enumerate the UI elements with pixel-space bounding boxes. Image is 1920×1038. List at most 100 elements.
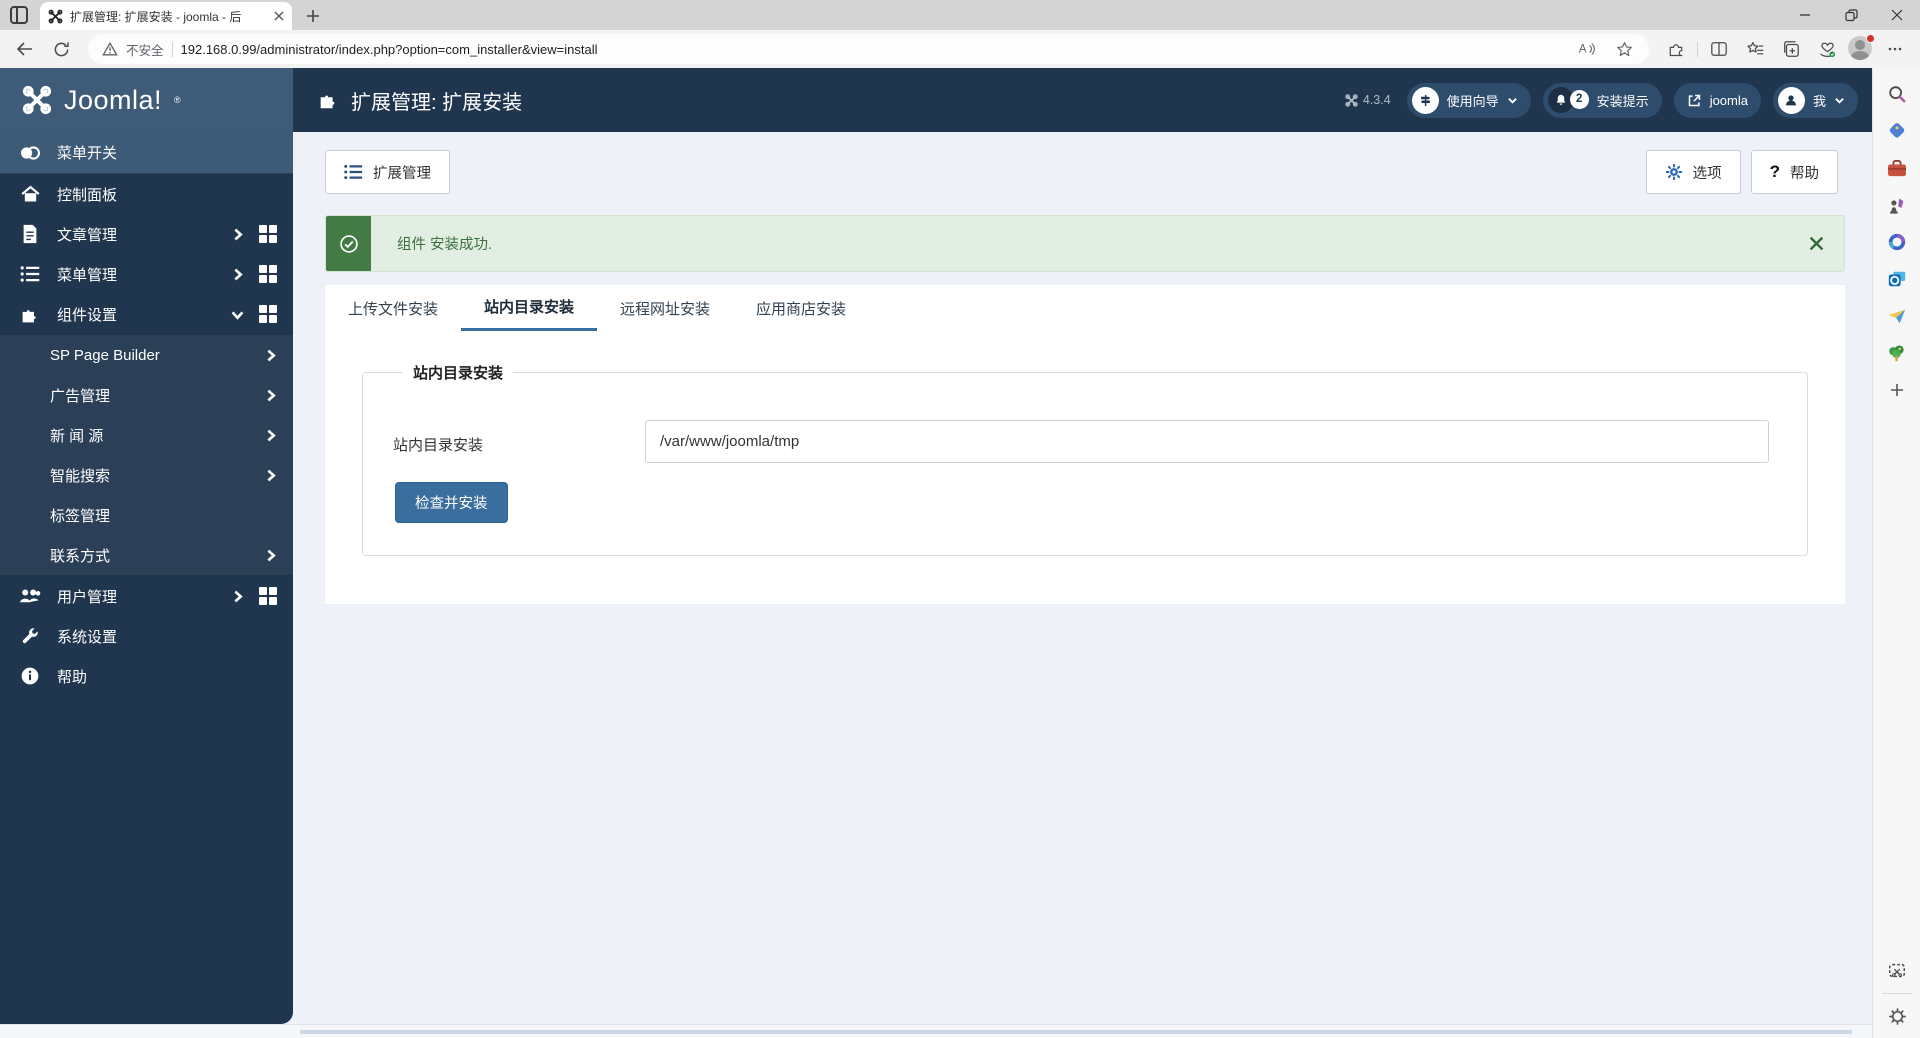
scrollbar-thumb[interactable]: [300, 1030, 1852, 1034]
view-site-button[interactable]: joomla: [1673, 82, 1761, 118]
check-and-install-button[interactable]: 检查并安装: [395, 482, 508, 523]
submenu-item-tags[interactable]: 标签管理: [0, 495, 293, 535]
joomla-mini-icon: [1345, 93, 1358, 107]
favorites-list-icon[interactable]: [1740, 34, 1770, 64]
install-folder-input[interactable]: [645, 420, 1769, 463]
screenshot-icon[interactable]: [1883, 957, 1911, 985]
puzzle-icon: [317, 89, 339, 111]
sidebar-item-system[interactable]: 系统设置: [0, 616, 293, 656]
question-icon: ?: [1769, 162, 1780, 181]
help-button[interactable]: ? 帮助: [1750, 150, 1838, 194]
extensions-icon[interactable]: [1661, 34, 1691, 64]
refresh-icon[interactable]: [46, 34, 76, 64]
divider: [171, 41, 173, 57]
settings-gear-icon[interactable]: [1883, 1002, 1911, 1030]
chevron-right-icon[interactable]: [264, 349, 277, 362]
chevron-right-icon[interactable]: [231, 228, 244, 241]
dashboard-grid-icon[interactable]: [259, 587, 277, 605]
menu-toggle-button[interactable]: 菜单开关: [0, 132, 293, 174]
dashboard-grid-icon[interactable]: [259, 305, 277, 323]
chevron-down-icon[interactable]: [231, 308, 244, 321]
alert-close-icon[interactable]: [1809, 216, 1844, 271]
sidebar-item-help[interactable]: 帮助: [0, 656, 293, 696]
manage-extensions-button[interactable]: 扩展管理: [325, 150, 450, 194]
browser-essentials-icon[interactable]: [1812, 34, 1842, 64]
toolbox-icon[interactable]: [1883, 154, 1911, 182]
read-aloud-icon[interactable]: A: [1571, 34, 1601, 64]
games-icon[interactable]: [1883, 191, 1911, 219]
chevron-right-icon[interactable]: [264, 389, 277, 402]
notifications-button[interactable]: 2 安装提示: [1542, 82, 1662, 118]
more-menu-icon[interactable]: [1880, 34, 1910, 64]
submenu-item-label: 联系方式: [50, 547, 111, 565]
folder-install-fieldset: 站内目录安装 站内目录安装 检查并安装: [362, 362, 1808, 556]
security-label[interactable]: 不安全: [126, 40, 164, 59]
window-restore-icon[interactable]: [1828, 0, 1874, 30]
copilot-icon[interactable]: [1883, 228, 1911, 256]
browser-tab[interactable]: 扩展管理: 扩展安装 - joomla - 后: [40, 2, 292, 30]
browser-tabstrip: 扩展管理: 扩展安装 - joomla - 后: [0, 0, 1920, 30]
sidebar-item-content[interactable]: 文章管理: [0, 214, 293, 254]
chevron-right-icon[interactable]: [231, 590, 244, 603]
profile-avatar[interactable]: [1848, 34, 1875, 62]
sidebar-item-components[interactable]: 组件设置: [0, 294, 293, 334]
sidebar-item-users[interactable]: 用户管理: [0, 576, 293, 616]
list-icon: [18, 265, 42, 283]
chevron-right-icon[interactable]: [264, 429, 277, 442]
search-icon[interactable]: [1883, 80, 1911, 108]
back-icon[interactable]: [10, 34, 40, 64]
chevron-right-icon[interactable]: [231, 268, 244, 281]
submenu-item-banners[interactable]: 广告管理: [0, 375, 293, 415]
svg-text:A: A: [1579, 43, 1587, 56]
chevron-right-icon[interactable]: [264, 549, 277, 562]
install-card: 上传文件安装 站内目录安装 远程网址安装 应用商店安装 站内目录安装 站内目录安…: [325, 285, 1845, 604]
menu-toggle-label: 菜单开关: [57, 145, 118, 162]
shopping-icon[interactable]: [1883, 117, 1911, 145]
horizontal-scrollbar[interactable]: [0, 1024, 1872, 1038]
screen: 扩展管理: 扩展安装 - joomla - 后 不安全 192.168.0.99…: [0, 0, 1920, 1038]
tab-close-icon[interactable]: [274, 11, 284, 21]
help-label: 帮助: [1790, 165, 1819, 182]
submenu-item-smart-search[interactable]: 智能搜索: [0, 455, 293, 495]
chevron-right-icon[interactable]: [264, 469, 277, 482]
tree-icon[interactable]: [1883, 339, 1911, 367]
header-actions: 4.3.4 使用向导 2 安装提示 joomla 我: [1345, 68, 1872, 132]
window-close-icon[interactable]: [1874, 0, 1920, 30]
sidebar-item-label: 菜单管理: [57, 266, 118, 284]
tab-install-from-folder[interactable]: 站内目录安装: [461, 285, 598, 331]
tab-title: 扩展管理: 扩展安装 - joomla - 后: [70, 9, 242, 24]
drop-icon[interactable]: [1883, 302, 1911, 330]
url-text[interactable]: 192.168.0.99/administrator/index.php?opt…: [181, 42, 1563, 57]
window-minimize-icon[interactable]: [1782, 0, 1828, 30]
address-bar[interactable]: 不安全 192.168.0.99/administrator/index.php…: [88, 34, 1649, 64]
sidebar-item-menus[interactable]: 菜单管理: [0, 254, 293, 294]
collections-icon[interactable]: [1776, 34, 1806, 64]
external-link-icon: [1687, 93, 1702, 108]
page-title-area: 扩展管理: 扩展安装: [293, 68, 522, 132]
sidebar-item-dashboard[interactable]: 控制面板: [0, 174, 293, 214]
submenu-item-newsfeeds[interactable]: 新 闻 源: [0, 415, 293, 455]
add-to-sidebar-icon[interactable]: [1883, 376, 1911, 404]
dashboard-grid-icon[interactable]: [259, 265, 277, 283]
submenu-item-contacts[interactable]: 联系方式: [0, 535, 293, 575]
user-menu-button[interactable]: 我: [1772, 82, 1858, 118]
tab-install-from-web[interactable]: 应用商店安装: [733, 285, 869, 331]
dashboard-grid-icon[interactable]: [259, 225, 277, 243]
tab-upload-package[interactable]: 上传文件安装: [325, 285, 461, 331]
tab-install-from-url[interactable]: 远程网址安装: [597, 285, 733, 331]
user-label: 我: [1812, 93, 1826, 109]
outlook-icon[interactable]: [1883, 265, 1911, 293]
tab-workspaces-icon[interactable]: [10, 6, 28, 24]
new-tab-button[interactable]: [300, 4, 326, 28]
split-screen-icon[interactable]: [1704, 34, 1734, 64]
submenu-item-sp-page-builder[interactable]: SP Page Builder: [0, 335, 293, 375]
joomla-logo[interactable]: Joomla! ®: [0, 68, 293, 132]
options-button[interactable]: 选项: [1645, 150, 1741, 194]
browser-navbar: 不安全 192.168.0.99/administrator/index.php…: [0, 30, 1920, 68]
favorite-star-icon[interactable]: [1609, 34, 1639, 64]
joomla-logo-icon: [22, 85, 52, 115]
home-icon: [18, 184, 42, 205]
insecure-warning-icon[interactable]: [102, 41, 118, 57]
guided-tour-button[interactable]: 使用向导: [1406, 82, 1531, 118]
page-title: 扩展管理: 扩展安装: [351, 91, 523, 114]
